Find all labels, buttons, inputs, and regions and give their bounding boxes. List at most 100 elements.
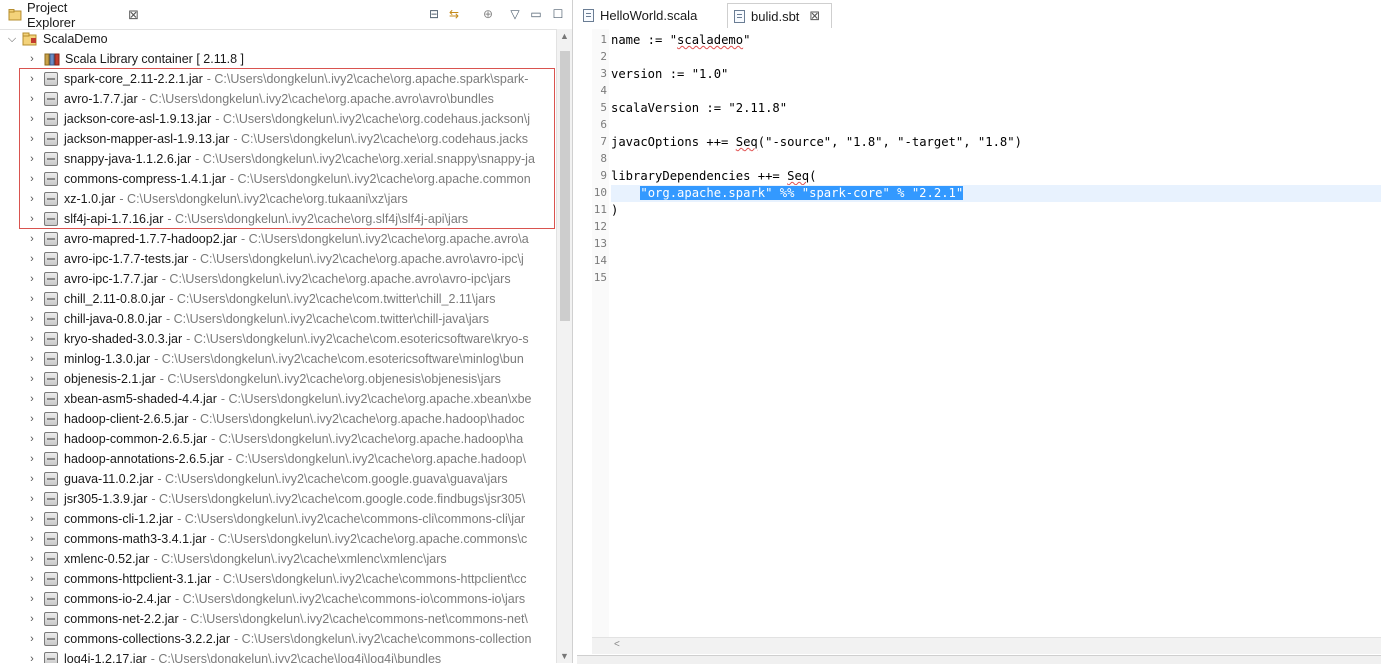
minimize-icon[interactable]: ▭ — [528, 6, 544, 22]
project-node[interactable]: ⌵ ScalaDemo — [6, 29, 108, 49]
chevron-right-icon[interactable]: › — [26, 433, 38, 445]
chevron-right-icon[interactable]: › — [26, 613, 38, 625]
jar-item[interactable]: › jackson-core-asl-1.9.13.jar - C:\Users\d… — [26, 109, 530, 129]
project-explorer-tabbar: Project Explorer ⊠ ⊟ ⇆ ⊕ ▽ ▭ ☐ — [0, 0, 572, 30]
jar-item[interactable]: › jackson-mapper-asl-1.9.13.jar - C:\Users… — [26, 129, 528, 149]
chevron-right-icon[interactable]: › — [26, 73, 38, 85]
jar-name: minlog-1.3.0.jar — [64, 352, 151, 366]
jar-item[interactable]: › xz-1.0.jar - C:\Users\dongkelun\.ivy2\ca… — [26, 189, 408, 209]
jar-item[interactable]: › hadoop-common-2.6.5.jar - C:\Users\dongk… — [26, 429, 523, 449]
chevron-right-icon[interactable]: › — [26, 333, 38, 345]
chevron-down-icon[interactable]: ⌵ — [6, 33, 18, 46]
jar-item[interactable]: › avro-ipc-1.7.7.jar - C:\Users\dongkelun\… — [26, 269, 511, 289]
explorer-vertical-scrollbar[interactable]: ▲ ▼ — [556, 29, 572, 663]
jar-name: commons-io-2.4.jar — [64, 592, 171, 606]
tab-bulid-sbt[interactable]: bulid.sbt ⊠ — [727, 3, 832, 28]
jar-icon — [44, 532, 58, 546]
line-number: 2 — [600, 50, 607, 63]
jar-item[interactable]: › spark-core_2.11-2.2.1.jar - C:\Users\don… — [26, 69, 528, 89]
jar-name: log4j-1.2.17.jar — [64, 652, 147, 663]
chevron-right-icon[interactable]: › — [26, 553, 38, 565]
collapse-all-icon[interactable]: ⊟ — [426, 6, 442, 22]
chevron-right-icon[interactable]: › — [26, 373, 38, 385]
chevron-right-icon[interactable]: › — [26, 193, 38, 205]
jar-item[interactable]: › xbean-asm5-shaded-4.4.jar - C:\Users\don… — [26, 389, 531, 409]
chevron-right-icon[interactable]: › — [26, 533, 38, 545]
jar-item[interactable]: › commons-math3-3.4.1.jar - C:\Users\dongk… — [26, 529, 527, 549]
jar-icon — [44, 152, 58, 166]
chevron-right-icon[interactable]: › — [26, 653, 38, 663]
chevron-right-icon[interactable]: › — [26, 253, 38, 265]
jar-item[interactable]: › slf4j-api-1.7.16.jar - C:\Users\dongkelu… — [26, 209, 468, 229]
code-line: version := "1.0" — [611, 67, 729, 81]
chevron-right-icon[interactable]: › — [26, 273, 38, 285]
chevron-right-icon[interactable]: › — [26, 573, 38, 585]
focus-icon[interactable]: ⊕ — [480, 6, 496, 22]
jar-item[interactable]: › commons-httpclient-3.1.jar - C:\Users\do… — [26, 569, 527, 589]
chevron-right-icon[interactable]: › — [26, 113, 38, 125]
chevron-right-icon[interactable]: › — [26, 513, 38, 525]
close-icon[interactable]: ⊠ — [809, 8, 820, 24]
chevron-right-icon[interactable]: › — [26, 93, 38, 105]
sbt-file-icon — [734, 9, 745, 23]
jar-icon — [44, 72, 58, 86]
maximize-icon[interactable]: ☐ — [550, 6, 566, 22]
chevron-right-icon[interactable]: › — [26, 53, 38, 65]
chevron-right-icon[interactable]: › — [26, 393, 38, 405]
chevron-right-icon[interactable]: › — [26, 173, 38, 185]
jar-item[interactable]: › commons-io-2.4.jar - C:\Users\dongkelun\… — [26, 589, 525, 609]
jar-item[interactable]: › jsr305-1.3.9.jar - C:\Users\dongkelun\.i… — [26, 489, 525, 509]
scroll-left-icon[interactable]: < — [614, 639, 620, 650]
view-menu-icon[interactable]: ▽ — [507, 6, 523, 22]
link-with-editor-icon[interactable]: ⇆ — [446, 6, 462, 22]
jar-item[interactable]: › minlog-1.3.0.jar - C:\Users\dongkelun\.i… — [26, 349, 524, 369]
chevron-right-icon[interactable]: › — [26, 153, 38, 165]
jar-path: - C:\Users\dongkelun\.ivy2\cache\log4j\l… — [150, 652, 442, 663]
chevron-right-icon[interactable]: › — [26, 473, 38, 485]
chevron-right-icon[interactable]: › — [26, 413, 38, 425]
jar-item[interactable]: › avro-1.7.7.jar - C:\Users\dongkelun\.ivy… — [26, 89, 494, 109]
chevron-right-icon[interactable]: › — [26, 493, 38, 505]
editor-horizontal-scrollbar[interactable]: < — [592, 637, 1381, 654]
chevron-right-icon[interactable]: › — [26, 593, 38, 605]
jar-item[interactable]: › commons-collections-3.2.2.jar - C:\Users… — [26, 629, 531, 649]
jar-item[interactable]: › xmlenc-0.52.jar - C:\Users\dongkelun\.iv… — [26, 549, 447, 569]
jar-item[interactable]: › snappy-java-1.1.2.6.jar - C:\Users\dongk… — [26, 149, 535, 169]
editor-left-ruler — [577, 29, 592, 655]
jar-item[interactable]: › objenesis-2.1.jar - C:\Users\dongkelun\.… — [26, 369, 501, 389]
tab-helloworld-scala[interactable]: HelloWorld.scala — [577, 3, 725, 28]
jar-item[interactable]: › commons-cli-1.2.jar - C:\Users\dongkelun… — [26, 509, 525, 529]
scroll-down-icon[interactable]: ▼ — [560, 651, 569, 661]
jar-item[interactable]: › log4j-1.2.17.jar - C:\Users\dongkelun\.i… — [26, 649, 441, 663]
chevron-right-icon[interactable]: › — [26, 353, 38, 365]
jar-item[interactable]: › avro-ipc-1.7.7-tests.jar - C:\Users\dong… — [26, 249, 524, 269]
jar-item[interactable]: › chill-java-0.8.0.jar - C:\Users\dongkelu… — [26, 309, 489, 329]
jar-item[interactable]: › commons-net-2.2.jar - C:\Users\dongkelun… — [26, 609, 528, 629]
chevron-right-icon[interactable]: › — [26, 313, 38, 325]
chevron-right-icon[interactable]: › — [26, 233, 38, 245]
tab-label: HelloWorld.scala — [600, 8, 698, 23]
jar-item[interactable]: › hadoop-client-2.6.5.jar - C:\Users\dongk… — [26, 409, 525, 429]
jar-item[interactable]: › hadoop-annotations-2.6.5.jar - C:\Users\… — [26, 449, 526, 469]
tab-project-explorer[interactable]: Project Explorer ⊠ — [2, 0, 139, 30]
chevron-right-icon[interactable]: › — [26, 293, 38, 305]
jar-item[interactable]: › commons-compress-1.4.1.jar - C:\Users\do… — [26, 169, 531, 189]
scroll-up-icon[interactable]: ▲ — [560, 31, 569, 41]
jar-item[interactable]: › chill_2.11-0.8.0.jar - C:\Users\dongkelu… — [26, 289, 496, 309]
chevron-right-icon[interactable]: › — [26, 213, 38, 225]
code-editor[interactable]: 1 2 3 4 5 6 7 8 9 10 11 12 13 14 15 name := "scalademo… — [592, 29, 1381, 637]
chevron-right-icon[interactable]: › — [26, 633, 38, 645]
scrollbar-thumb[interactable] — [560, 51, 570, 321]
jar-item[interactable]: › avro-mapred-1.7.7-hadoop2.jar - C:\Users… — [26, 229, 529, 249]
library-node[interactable]: › Scala Library container [ 2.11.8 ] — [26, 49, 244, 69]
jar-icon — [44, 132, 58, 146]
jar-name: hadoop-common-2.6.5.jar — [64, 432, 208, 446]
jar-name: objenesis-2.1.jar — [64, 372, 156, 386]
jar-item[interactable]: › guava-11.0.2.jar - C:\Users\dongkelun\.i… — [26, 469, 508, 489]
chevron-right-icon[interactable]: › — [26, 453, 38, 465]
jar-name: commons-math3-3.4.1.jar — [64, 532, 207, 546]
jar-item[interactable]: › kryo-shaded-3.0.3.jar - C:\Users\dongkel… — [26, 329, 529, 349]
close-icon[interactable]: ⊠ — [128, 7, 139, 23]
chevron-right-icon[interactable]: › — [26, 133, 38, 145]
jar-name: hadoop-annotations-2.6.5.jar — [64, 452, 224, 466]
